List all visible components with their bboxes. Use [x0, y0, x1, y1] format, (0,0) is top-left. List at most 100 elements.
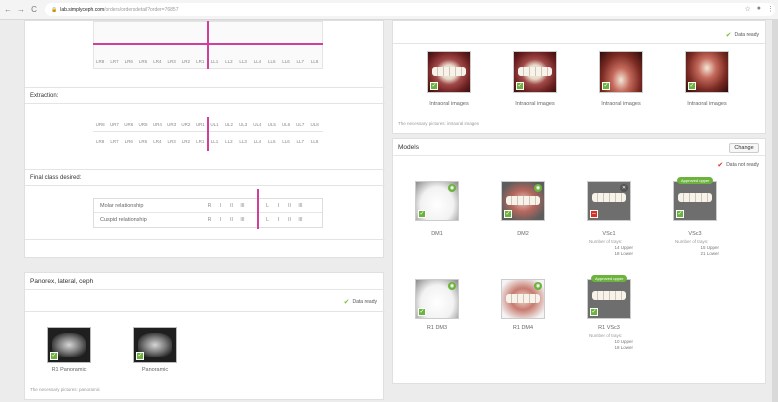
- tooth-label[interactable]: LR7: [107, 59, 121, 64]
- tooth-label[interactable]: UR6: [122, 122, 136, 127]
- tooth-label[interactable]: LR5: [136, 59, 150, 64]
- close-icon[interactable]: ✕: [620, 184, 628, 192]
- tooth-label[interactable]: LL2: [222, 59, 236, 64]
- tooth-label[interactable]: LL5: [265, 139, 279, 144]
- checkbox-checked-icon[interactable]: ✓: [504, 210, 512, 218]
- class-option[interactable]: II: [284, 203, 295, 209]
- tooth-label[interactable]: LL3: [236, 139, 250, 144]
- tooth-label[interactable]: UR1: [193, 122, 207, 127]
- reload-icon[interactable]: C: [29, 5, 39, 14]
- tooth-label[interactable]: UL6: [279, 122, 293, 127]
- model-card-r1-dm4[interactable]: ◉: [501, 279, 545, 319]
- panoramic-image[interactable]: ✓: [47, 327, 91, 363]
- tooth-label[interactable]: UL4: [250, 122, 264, 127]
- checkbox-checked-icon[interactable]: ✓: [676, 210, 684, 218]
- checkbox-checked-icon[interactable]: ✓: [688, 82, 696, 90]
- tooth-label[interactable]: LR6: [122, 59, 136, 64]
- checkbox-checked-icon[interactable]: ✓: [418, 210, 426, 218]
- tooth-label[interactable]: UR7: [107, 122, 121, 127]
- intraoral-image[interactable]: ✓: [599, 51, 643, 93]
- class-option[interactable]: III: [295, 217, 306, 223]
- model-card-dm2[interactable]: ◉ ✓: [501, 181, 545, 221]
- class-option[interactable]: II: [226, 217, 237, 223]
- scrollbar-track[interactable]: [772, 20, 778, 402]
- tooth-label[interactable]: UR2: [179, 122, 193, 127]
- tooth-label[interactable]: LR5: [136, 139, 150, 144]
- tooth-label[interactable]: LR3: [164, 59, 178, 64]
- tooth-label[interactable]: LR4: [150, 59, 164, 64]
- bookmark-star-icon[interactable]: ☆: [744, 5, 750, 13]
- intraoral-image[interactable]: ✓: [685, 51, 729, 93]
- tooth-label[interactable]: LR6: [122, 139, 136, 144]
- tooth-label[interactable]: LL5: [265, 59, 279, 64]
- browser-menu-icon[interactable]: ⋮: [767, 5, 774, 13]
- tooth-label[interactable]: LR2: [179, 139, 193, 144]
- tooth-label[interactable]: UR5: [136, 122, 150, 127]
- class-option[interactable]: III: [237, 203, 248, 209]
- back-icon[interactable]: ←: [3, 5, 13, 14]
- class-side-r: R: [207, 202, 212, 209]
- class-option[interactable]: I: [215, 217, 226, 223]
- change-button[interactable]: Change: [729, 143, 759, 153]
- tooth-label[interactable]: UR4: [150, 122, 164, 127]
- view-icon[interactable]: ◉: [448, 282, 456, 290]
- tooth-label[interactable]: UL5: [265, 122, 279, 127]
- tooth-label[interactable]: LR7: [107, 139, 121, 144]
- view-icon[interactable]: ◉: [534, 282, 542, 290]
- tooth-label[interactable]: UR3: [164, 122, 178, 127]
- tooth-label[interactable]: LR4: [150, 139, 164, 144]
- tooth-label[interactable]: LR1: [193, 59, 207, 64]
- tooth-label[interactable]: LL8: [307, 59, 321, 64]
- panoramic-image[interactable]: ✓: [133, 327, 177, 363]
- checkbox-checked-icon[interactable]: ✓: [516, 82, 524, 90]
- address-bar[interactable]: 🔒 lab.simplyceph.com /orders/ordersdetai…: [45, 3, 775, 16]
- model-card-vsc1[interactable]: ✕ –: [587, 181, 631, 221]
- tooth-label[interactable]: UL1: [207, 122, 221, 127]
- tooth-label[interactable]: LR8: [93, 59, 107, 64]
- tooth-label[interactable]: LL3: [236, 59, 250, 64]
- intraoral-image[interactable]: ✓: [513, 51, 557, 93]
- checkbox-checked-icon[interactable]: ✓: [590, 308, 598, 316]
- checkbox-checked-icon[interactable]: ✓: [136, 352, 144, 360]
- tooth-label[interactable]: LR8: [93, 139, 107, 144]
- class-option[interactable]: III: [295, 203, 306, 209]
- class-option[interactable]: II: [226, 203, 237, 209]
- tooth-label[interactable]: LR1: [193, 139, 207, 144]
- class-option[interactable]: I: [273, 217, 284, 223]
- tooth-label[interactable]: LR3: [164, 139, 178, 144]
- tooth-label[interactable]: LL6: [279, 59, 293, 64]
- tooth-label[interactable]: UL3: [236, 122, 250, 127]
- profile-icon[interactable]: ●: [757, 5, 761, 13]
- view-icon[interactable]: ◉: [448, 184, 456, 192]
- checkbox-checked-icon[interactable]: ✓: [50, 352, 58, 360]
- tooth-label[interactable]: LL4: [250, 139, 264, 144]
- intraoral-image[interactable]: ✓: [427, 51, 471, 93]
- forward-icon[interactable]: →: [16, 5, 26, 14]
- tooth-label[interactable]: LL6: [279, 139, 293, 144]
- checkbox-checked-icon[interactable]: ✓: [430, 82, 438, 90]
- class-option[interactable]: II: [284, 217, 295, 223]
- model-card-r1-dm3[interactable]: ◉ ✓: [415, 279, 459, 319]
- tooth-label[interactable]: LL2: [222, 139, 236, 144]
- model-card-vsc3[interactable]: ✓: [673, 181, 717, 221]
- tooth-label[interactable]: UL7: [293, 122, 307, 127]
- tooth-label[interactable]: UL2: [222, 122, 236, 127]
- checkbox-checked-icon[interactable]: ✓: [602, 82, 610, 90]
- class-option[interactable]: III: [237, 217, 248, 223]
- model-card-r1-vsc3[interactable]: ✓: [587, 279, 631, 319]
- tooth-label[interactable]: LR2: [179, 59, 193, 64]
- class-option[interactable]: I: [273, 203, 284, 209]
- model-card-dm1[interactable]: ◉ ✓: [415, 181, 459, 221]
- tooth-label[interactable]: LL4: [250, 59, 264, 64]
- class-option[interactable]: I: [215, 203, 226, 209]
- tooth-label[interactable]: LL1: [207, 59, 221, 64]
- checkbox-checked-icon[interactable]: ✓: [418, 308, 426, 316]
- tooth-label[interactable]: LL8: [307, 139, 321, 144]
- tooth-label[interactable]: UL8: [307, 122, 321, 127]
- tooth-label[interactable]: UR8: [93, 122, 107, 127]
- tooth-label[interactable]: LL7: [293, 59, 307, 64]
- minus-icon[interactable]: –: [590, 210, 598, 218]
- tooth-label[interactable]: LL7: [293, 139, 307, 144]
- tooth-label[interactable]: LL1: [207, 139, 221, 144]
- view-icon[interactable]: ◉: [534, 184, 542, 192]
